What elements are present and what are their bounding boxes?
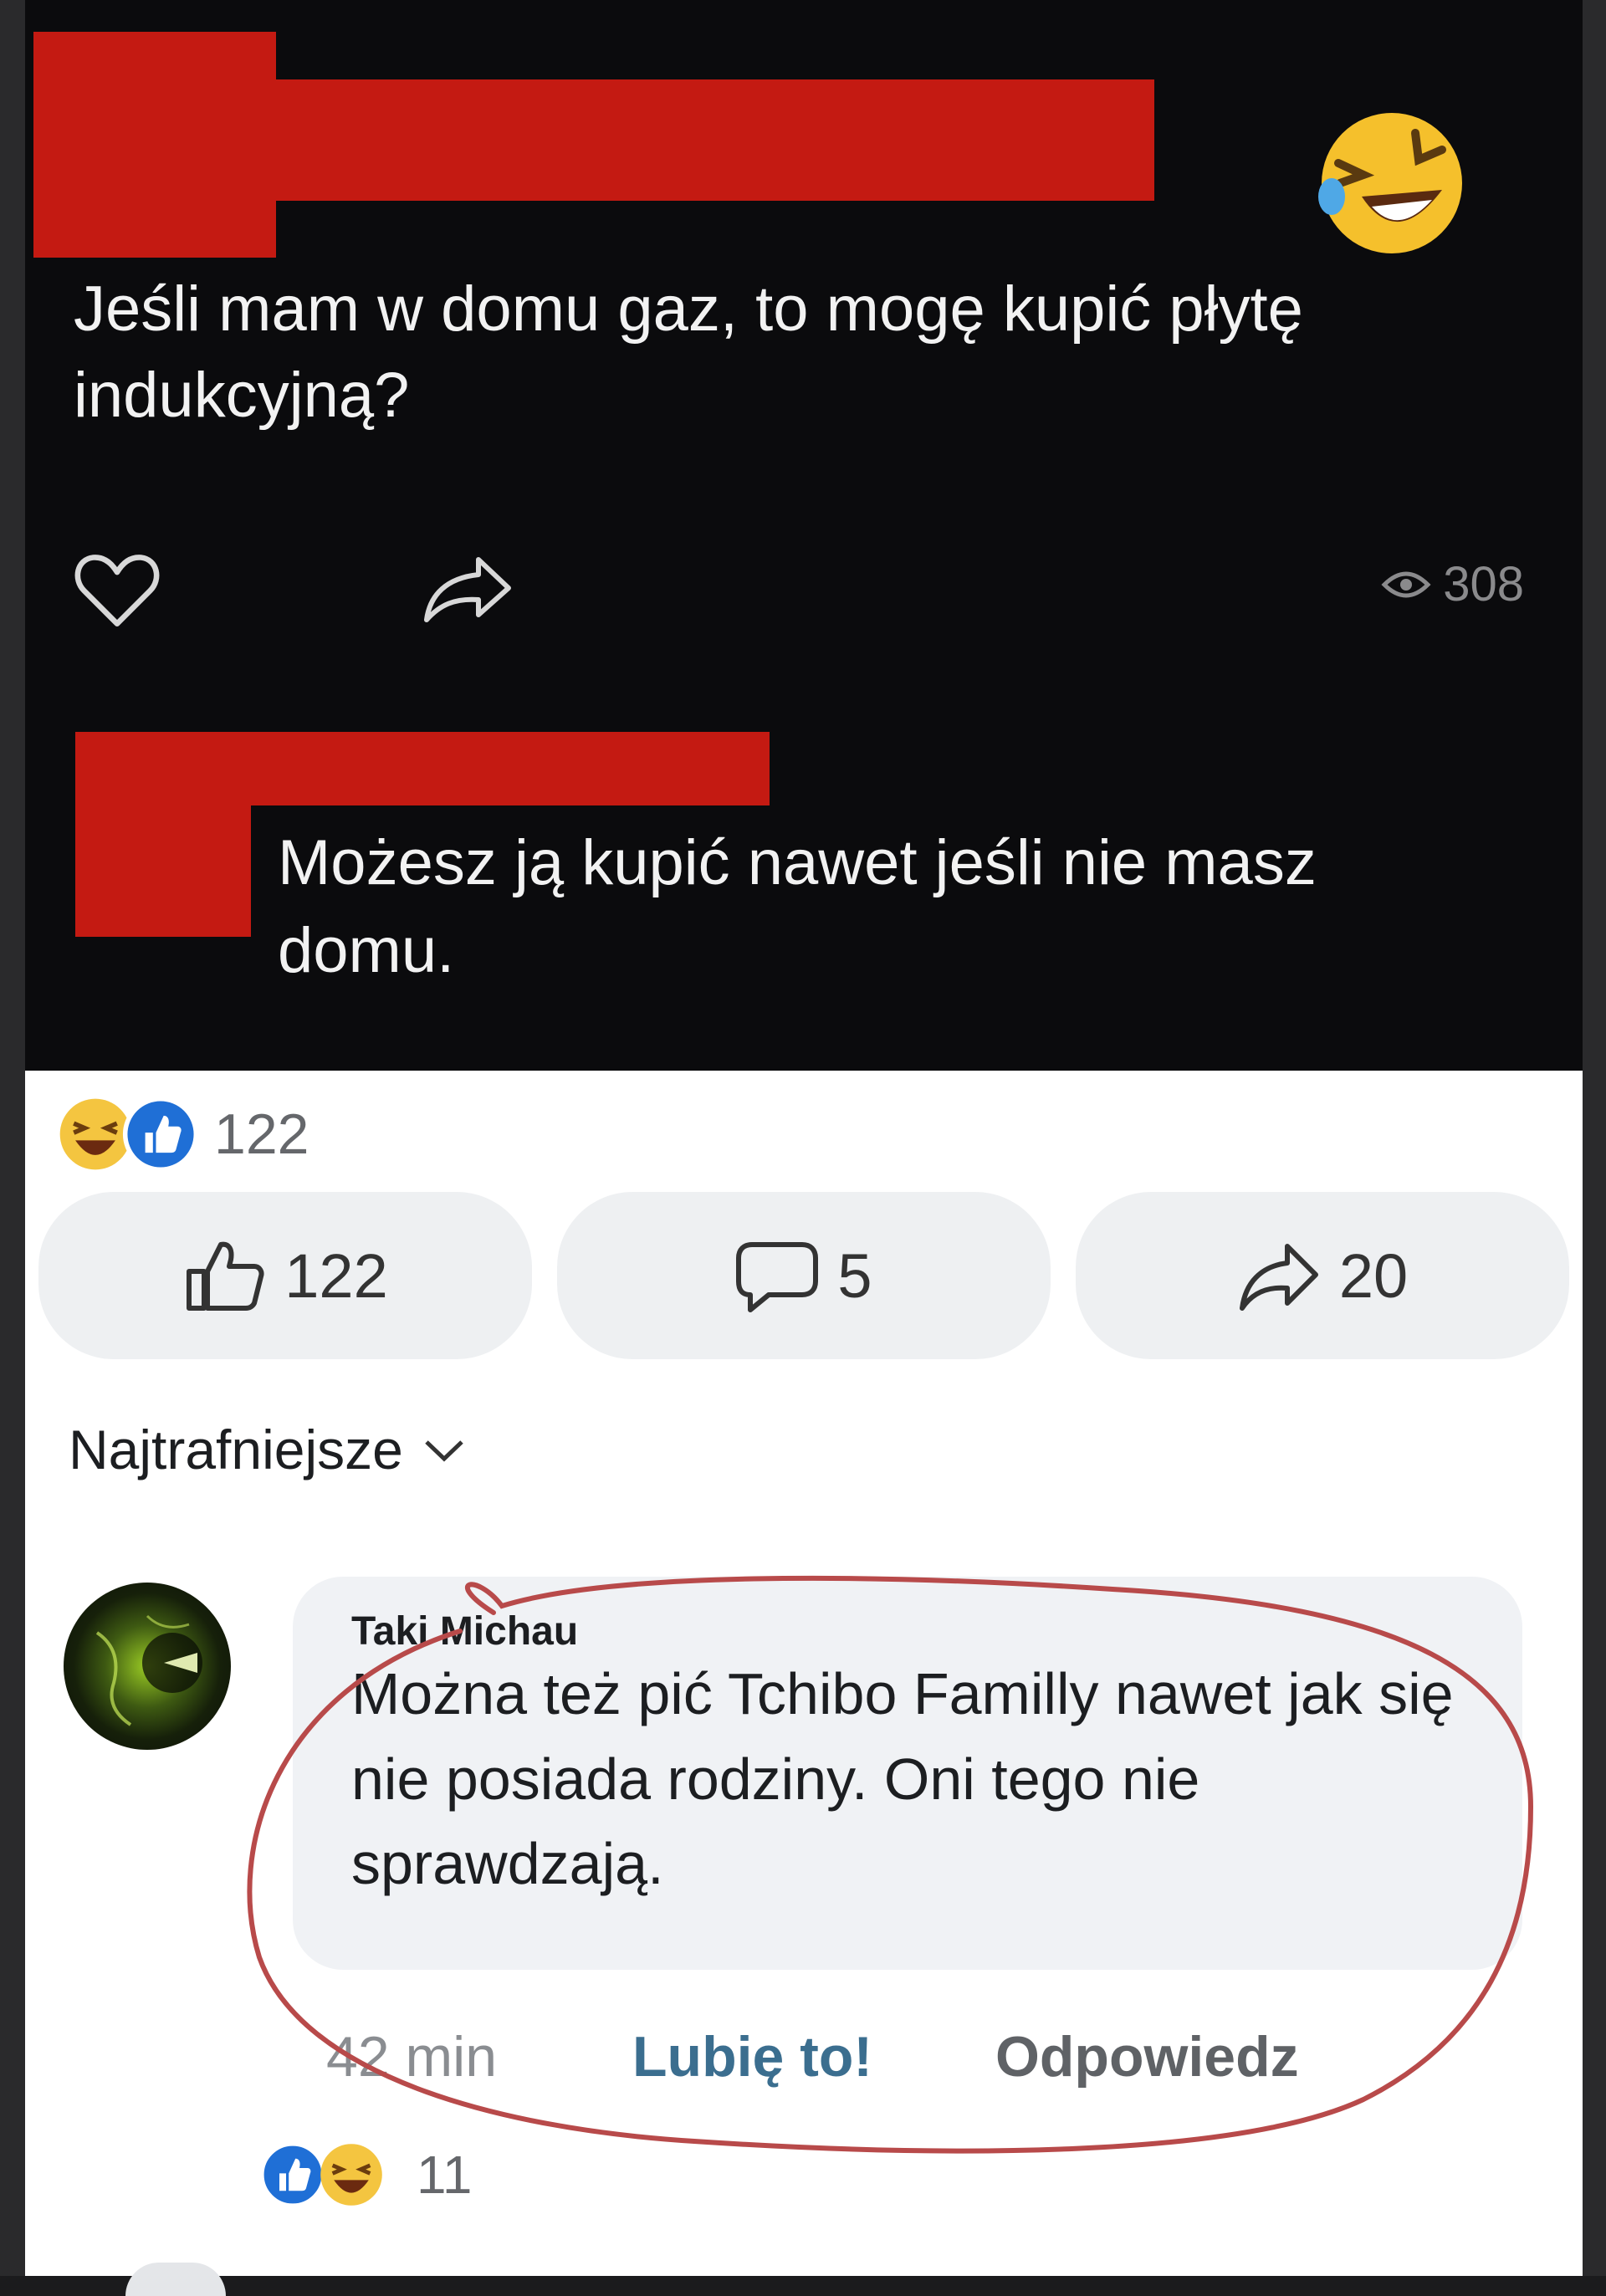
next-comment-avatar-edge [125, 2263, 226, 2296]
dark-app-section: Jeśli mam w domu gaz, to mogę kupić płyt… [25, 0, 1583, 1071]
avatar[interactable] [64, 1583, 231, 1750]
comment-time: 42 min [326, 2025, 498, 2089]
comment-author[interactable]: Taki Michau [351, 1608, 578, 1654]
share-arrow-icon[interactable] [418, 548, 519, 632]
like-button[interactable]: 122 [38, 1192, 532, 1359]
reaction-total: 122 [214, 1102, 309, 1166]
comment-sort-dropdown[interactable]: Najtrafniejsze [69, 1418, 465, 1481]
view-count: 308 [1381, 556, 1524, 612]
heart-icon[interactable] [71, 548, 163, 632]
post-question-text: Jeśli mam w domu gaz, to mogę kupić płyt… [74, 274, 1303, 432]
sort-label: Najtrafniejsze [69, 1419, 403, 1480]
comment-bubble-icon [736, 1242, 819, 1312]
comment-count: 5 [837, 1240, 872, 1311]
redacted-reply-username [243, 732, 770, 805]
comment-button[interactable]: 5 [557, 1192, 1051, 1359]
eye-icon [1381, 571, 1431, 597]
comment-reactions[interactable]: 11 [259, 2141, 472, 2208]
redacted-username [268, 79, 1154, 201]
share-icon [1239, 1244, 1318, 1311]
redacted-avatar [33, 32, 276, 258]
thumbs-up-icon [187, 1241, 264, 1311]
share-button[interactable]: 20 [1076, 1192, 1569, 1359]
redacted-reply-avatar [75, 732, 251, 937]
comment-text: Można też pić Tchibo Familly nawet jak s… [351, 1661, 1454, 1896]
original-post: Jeśli mam w domu gaz, to mogę kupić płyt… [25, 0, 1583, 669]
view-count-value: 308 [1443, 557, 1524, 611]
reply-post: Możesz ją kupić nawet jeśli nie masz dom… [25, 669, 1583, 1071]
comment-bubble: Taki Michau Można też pić Tchibo Familly… [293, 1577, 1522, 1970]
share-count: 20 [1338, 1240, 1409, 1311]
comment-like-link[interactable]: Lubię to! [632, 2024, 872, 2089]
like-reaction-icon [122, 1096, 199, 1173]
like-count: 122 [284, 1240, 388, 1311]
comment-reaction-count: 11 [417, 2145, 473, 2205]
comment-reply-link[interactable]: Odpowiedz [995, 2024, 1299, 2089]
avatar-image [95, 1614, 202, 1726]
facebook-section: 122 122 5 20 Najtrafniejsze Taki Michau … [25, 1071, 1583, 2296]
haha-reaction-icon [320, 2144, 382, 2206]
laughing-emoji-icon [1318, 113, 1462, 253]
reactions-summary[interactable]: 122 [57, 1096, 309, 1173]
like-reaction-icon [259, 2141, 326, 2208]
screen-frame-right [1583, 0, 1606, 2276]
reply-text: Możesz ją kupić nawet jeśli nie masz dom… [278, 827, 1317, 986]
screen-frame-left [0, 0, 25, 2276]
chevron-down-icon [425, 1440, 463, 1462]
